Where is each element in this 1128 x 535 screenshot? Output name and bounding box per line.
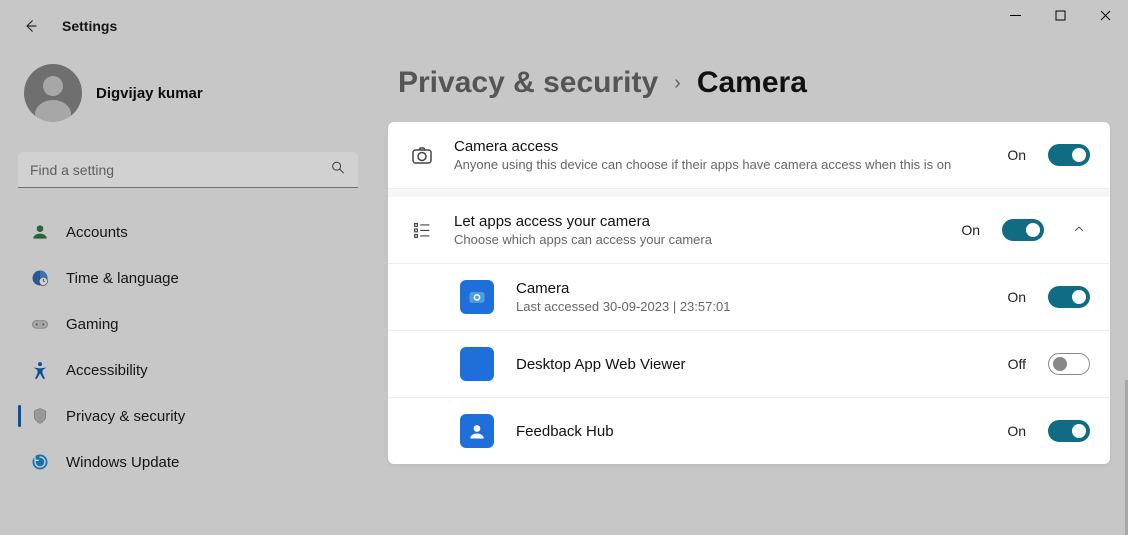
app-icon-feedback-hub bbox=[460, 414, 494, 448]
sidebar-item-label: Gaming bbox=[66, 316, 119, 333]
sidebar-item-windows-update[interactable]: Windows Update bbox=[18, 440, 358, 484]
toggle-app-desktop-web-viewer[interactable] bbox=[1048, 353, 1090, 375]
gamepad-icon bbox=[30, 314, 50, 334]
section-gap bbox=[388, 189, 1110, 197]
toggle-app-camera[interactable] bbox=[1048, 286, 1090, 308]
row-title: Let apps access your camera bbox=[454, 213, 943, 230]
globe-clock-icon bbox=[30, 268, 50, 288]
sidebar-item-label: Accounts bbox=[66, 224, 128, 241]
breadcrumb: Privacy & security › Camera bbox=[388, 66, 1110, 100]
header: Settings bbox=[0, 0, 1128, 38]
toggle-camera-access[interactable] bbox=[1048, 144, 1090, 166]
maximize-button[interactable] bbox=[1038, 0, 1083, 30]
sidebar-item-accounts[interactable]: Accounts bbox=[18, 210, 358, 254]
update-icon bbox=[30, 452, 50, 472]
profile-name: Digvijay kumar bbox=[96, 85, 203, 102]
row-camera-access: Camera access Anyone using this device c… bbox=[388, 122, 1110, 189]
sidebar: Digvijay kumar Accounts Time & language bbox=[18, 38, 358, 533]
search-input[interactable] bbox=[18, 152, 358, 188]
search-wrap bbox=[18, 152, 358, 188]
row-title: Camera access bbox=[454, 138, 989, 155]
window-controls bbox=[993, 0, 1128, 30]
app-row-desktop-web-viewer: Desktop App Web Viewer Off bbox=[388, 331, 1110, 398]
breadcrumb-current: Camera bbox=[697, 66, 807, 100]
sidebar-item-label: Accessibility bbox=[66, 362, 148, 379]
profile-card[interactable]: Digvijay kumar bbox=[18, 64, 358, 122]
toggle-state-label: On bbox=[961, 222, 980, 238]
app-icon-desktop-web-viewer bbox=[460, 347, 494, 381]
app-subtitle: Last accessed 30-09-2023 | 23:57:01 bbox=[516, 299, 989, 314]
chevron-right-icon: › bbox=[674, 72, 681, 95]
person-icon bbox=[30, 222, 50, 242]
app-name: Camera bbox=[516, 280, 989, 297]
toggle-state-label: On bbox=[1007, 147, 1026, 163]
app-icon-camera bbox=[460, 280, 494, 314]
sidebar-item-label: Time & language bbox=[66, 270, 179, 287]
sidebar-item-label: Privacy & security bbox=[66, 408, 185, 425]
settings-panel: Camera access Anyone using this device c… bbox=[388, 122, 1110, 464]
main-content: Privacy & security › Camera Camera acces… bbox=[388, 38, 1110, 533]
toggle-app-feedback-hub[interactable] bbox=[1048, 420, 1090, 442]
search-icon bbox=[330, 160, 346, 181]
toggle-state-label: Off bbox=[1008, 356, 1026, 372]
accessibility-icon bbox=[30, 360, 50, 380]
row-let-apps-access[interactable]: Let apps access your camera Choose which… bbox=[388, 197, 1110, 264]
app-row-feedback-hub: Feedback Hub On bbox=[388, 398, 1110, 464]
app-name: Desktop App Web Viewer bbox=[516, 356, 990, 373]
shield-icon bbox=[30, 406, 50, 426]
sidebar-item-privacy-security[interactable]: Privacy & security bbox=[18, 394, 358, 438]
camera-icon bbox=[408, 143, 436, 167]
avatar bbox=[24, 64, 82, 122]
sidebar-item-accessibility[interactable]: Accessibility bbox=[18, 348, 358, 392]
sidebar-item-time-language[interactable]: Time & language bbox=[18, 256, 358, 300]
sidebar-item-gaming[interactable]: Gaming bbox=[18, 302, 358, 346]
back-button[interactable] bbox=[18, 14, 42, 38]
chevron-up-icon[interactable] bbox=[1068, 223, 1090, 238]
sidebar-item-label: Windows Update bbox=[66, 454, 179, 471]
row-subtitle: Anyone using this device can choose if t… bbox=[454, 157, 989, 172]
app-title: Settings bbox=[62, 18, 117, 34]
toggle-state-label: On bbox=[1007, 423, 1026, 439]
row-subtitle: Choose which apps can access your camera bbox=[454, 232, 943, 247]
toggle-state-label: On bbox=[1007, 289, 1026, 305]
minimize-button[interactable] bbox=[993, 0, 1038, 30]
breadcrumb-parent[interactable]: Privacy & security bbox=[398, 66, 658, 100]
app-name: Feedback Hub bbox=[516, 423, 989, 440]
toggle-let-apps-access[interactable] bbox=[1002, 219, 1044, 241]
close-button[interactable] bbox=[1083, 0, 1128, 30]
app-row-camera: Camera Last accessed 30-09-2023 | 23:57:… bbox=[388, 264, 1110, 331]
list-icon bbox=[408, 219, 436, 241]
